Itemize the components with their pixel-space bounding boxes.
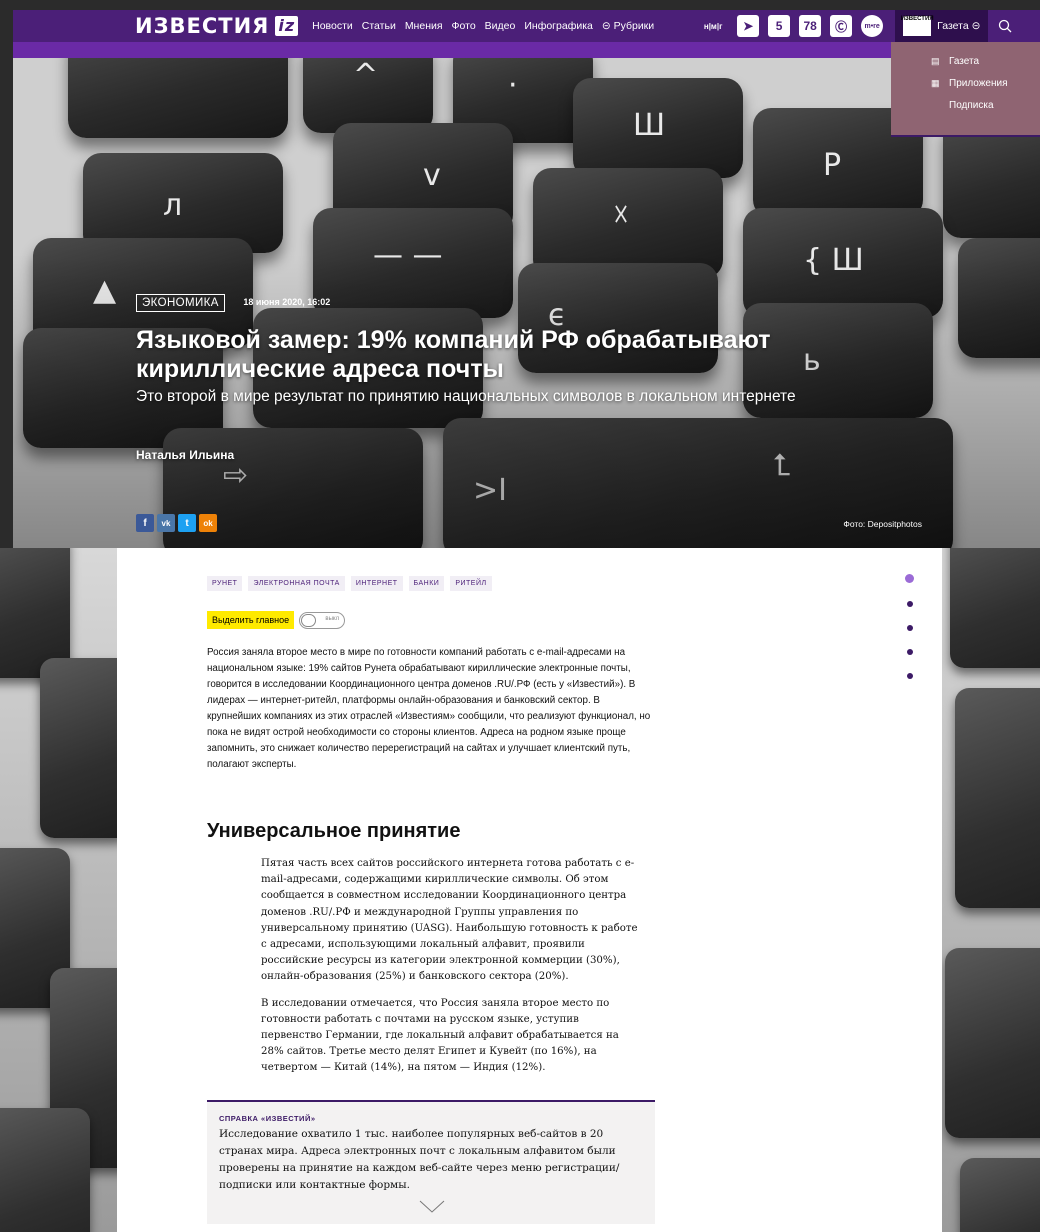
photo-credit: Фото: Depositphotos xyxy=(843,519,922,529)
nav-item-infographics[interactable]: Инфографика xyxy=(524,20,593,32)
gazeta-dropdown: ▤ Газета ▦ Приложения Подписка xyxy=(891,42,1040,137)
nav-item-photo[interactable]: Фото xyxy=(452,20,476,32)
hero-content: ЭКОНОМИКА 18 июня 2020, 16:02 Языковой з… xyxy=(136,293,1016,462)
partner-ctc-icon[interactable]: Ⓒ xyxy=(830,15,853,37)
highlight-main-control: Выделить главное выкл xyxy=(207,611,346,629)
main-nav: Новости Статьи Мнения Фото Видео Инфогра… xyxy=(312,20,654,32)
gazeta-label: Газета ⊝ xyxy=(937,20,981,32)
partner-78-icon[interactable]: 78 xyxy=(799,15,822,37)
vk-share-icon[interactable]: vk xyxy=(157,514,175,532)
tag-item[interactable]: ЭЛЕКТРОННАЯ ПОЧТА xyxy=(248,576,345,591)
section-nav-dot[interactable] xyxy=(905,574,914,583)
search-icon[interactable] xyxy=(998,19,1012,33)
facebook-share-icon[interactable]: f xyxy=(136,514,154,532)
nav-item-rubrics[interactable]: ⊝ Рубрики xyxy=(602,20,654,32)
tag-item[interactable]: ИНТЕРНЕТ xyxy=(350,576,403,591)
nav-item-opinions[interactable]: Мнения xyxy=(405,20,443,32)
tag-item[interactable]: РИТЕЙЛ xyxy=(450,576,492,591)
share-buttons: f vk t ok xyxy=(136,514,217,532)
article-text: Пятая часть всех сайтов российского инте… xyxy=(261,856,643,1087)
ok-share-icon[interactable]: ok xyxy=(199,514,217,532)
twitter-share-icon[interactable]: t xyxy=(178,514,196,532)
author-name[interactable]: Наталья Ильина xyxy=(136,448,1016,462)
gazeta-button[interactable]: ИЗВЕСТИЯ Газета ⊝ xyxy=(895,10,989,42)
section-nav-dot[interactable] xyxy=(906,625,913,631)
section-nav-dot[interactable] xyxy=(906,601,913,607)
section-nav-dot[interactable] xyxy=(906,673,913,679)
dropdown-item-gazeta[interactable]: ▤ Газета xyxy=(931,56,1040,67)
rubric-badge[interactable]: ЭКОНОМИКА xyxy=(136,294,225,312)
logo-badge: iz xyxy=(275,16,299,36)
article-subheadline: Это второй в мире результат по принятию … xyxy=(136,388,796,405)
partner-more-icon[interactable]: m•re xyxy=(861,15,884,37)
dropdown-item-label: Подписка xyxy=(949,100,994,111)
article-body: РУНЕТ ЭЛЕКТРОННАЯ ПОЧТА ИНТЕРНЕТ БАНКИ Р… xyxy=(117,548,942,1232)
header-strip xyxy=(13,42,1040,58)
newspaper-thumbnail: ИЗВЕСТИЯ xyxy=(901,16,934,36)
dropdown-item-label: Приложения xyxy=(949,78,1008,89)
highlight-main-button[interactable]: Выделить главное xyxy=(207,611,295,629)
partner-links: н|м|г ➤ 5 78 Ⓒ m•re xyxy=(698,15,884,37)
note-text: Исследование охватило 1 тыс. наиболее по… xyxy=(219,1128,620,1191)
paragraph: В исследовании отмечается, что Россия за… xyxy=(261,997,619,1074)
background-photo-left xyxy=(0,548,117,1232)
nav-item-news[interactable]: Новости xyxy=(312,20,353,32)
partner-5-icon[interactable]: 5 xyxy=(768,15,791,37)
article-lead: Россия заняла второе место в мире по гот… xyxy=(207,647,651,770)
tag-item[interactable]: РУНЕТ xyxy=(207,576,243,591)
section-nav-dot[interactable] xyxy=(906,649,913,655)
dropdown-item-label: Газета xyxy=(949,56,980,67)
section-navigator xyxy=(905,574,914,679)
logo[interactable]: ИЗВЕСТИЯ iz xyxy=(135,14,299,38)
toggle-knob xyxy=(301,613,317,627)
reference-note: СПРАВКА «ИЗВЕСТИЙ» Исследование охватило… xyxy=(207,1100,655,1224)
logo-text: ИЗВЕСТИЯ xyxy=(135,14,270,38)
dropdown-item-subscription[interactable]: Подписка xyxy=(931,100,1040,111)
nav-item-video[interactable]: Видео xyxy=(485,20,516,32)
article-headline: Языковой замер: 19% компаний РФ обрабаты… xyxy=(136,326,771,383)
note-title: СПРАВКА «ИЗВЕСТИЙ» xyxy=(219,1114,316,1123)
partner-ren-icon[interactable]: ➤ xyxy=(737,15,760,37)
highlight-toggle[interactable]: выкл xyxy=(299,611,346,629)
section-heading: Универсальное принятие xyxy=(207,820,461,842)
top-navigation-bar: ИЗВЕСТИЯ iz Новости Статьи Мнения Фото В… xyxy=(13,10,1040,42)
apps-icon: ▦ xyxy=(931,78,940,88)
nav-item-articles[interactable]: Статьи xyxy=(362,20,396,32)
dropdown-item-apps[interactable]: ▦ Приложения xyxy=(931,78,1040,89)
paragraph: Пятая часть всех сайтов российского инте… xyxy=(261,858,638,983)
background-photo-right xyxy=(940,548,1040,1232)
tag-item[interactable]: БАНКИ xyxy=(408,576,445,591)
partner-nmg-icon[interactable]: н|м|г xyxy=(698,15,728,37)
toggle-label: выкл xyxy=(325,615,340,622)
chevron-down-icon[interactable] xyxy=(419,1200,445,1214)
publish-date: 18 июня 2020, 16:02 xyxy=(243,296,331,307)
tag-list: РУНЕТ ЭЛЕКТРОННАЯ ПОЧТА ИНТЕРНЕТ БАНКИ Р… xyxy=(207,576,492,591)
newspaper-icon: ▤ xyxy=(931,56,940,66)
